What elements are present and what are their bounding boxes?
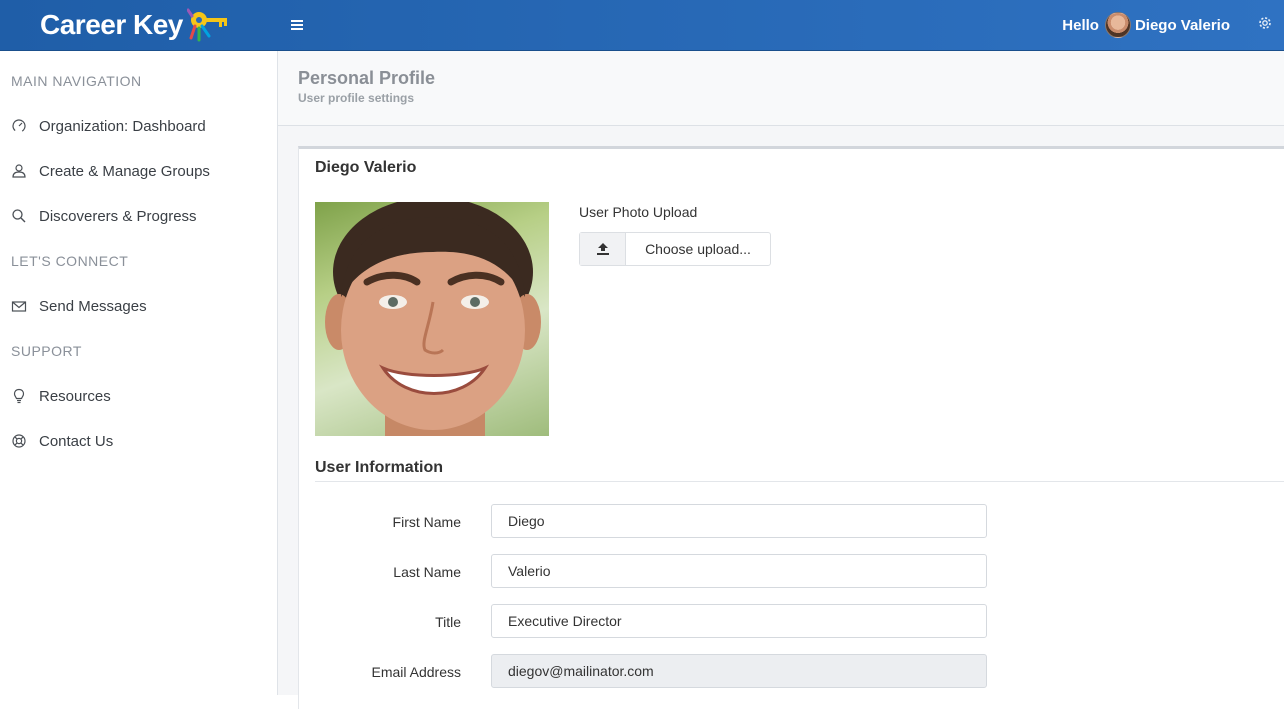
page-title: Personal Profile [298,68,436,88]
sidebar-item-label: Send Messages [39,297,147,315]
career-key-logo[interactable]: Career Key [40,6,231,44]
title-field[interactable] [491,604,987,638]
lightbulb-icon [13,388,25,404]
nav-header-support: SUPPORT [11,343,82,359]
choose-upload-button[interactable]: Choose upload... [626,233,770,265]
profile-card: Diego Valerio User Photo Upload Choose u… [298,146,1284,709]
section-divider [315,481,1284,482]
dashboard-gauge-icon [12,119,26,133]
lifebuoy-icon [12,434,26,448]
page-subtitle: User profile settings [298,91,415,105]
sidebar-item-label: Organization: Dashboard [39,117,206,135]
user-photo [315,202,549,436]
sidebar-item-label: Discoverers & Progress [39,207,197,225]
greeting-text: Hello [1062,16,1099,34]
sidebar-item-resources[interactable]: Resources [0,374,277,418]
sidebar-item-messages[interactable]: Send Messages [0,284,277,328]
last-name-field[interactable] [491,554,987,588]
sidebar-item-dashboard[interactable]: Organization: Dashboard [0,104,277,148]
sidebar-item-label: Resources [39,387,111,405]
title-label: Title [435,614,461,630]
first-name-label: First Name [392,514,461,530]
user-photo-image [325,202,541,436]
sidebar-item-groups[interactable]: Create & Manage Groups [0,149,277,193]
upload-button[interactable] [580,233,626,265]
search-icon [12,209,26,223]
first-name-field[interactable] [491,504,987,538]
avatar [1104,12,1131,38]
nav-header-connect: LET'S CONNECT [11,253,129,269]
sidebar-item-discoverers[interactable]: Discoverers & Progress [0,194,277,238]
photo-upload-control[interactable]: Choose upload... [579,232,771,266]
logo-text: Career Key [40,9,183,40]
envelope-icon [11,301,27,312]
gear-icon[interactable] [1256,14,1274,32]
top-navbar: Career Key Hello Diego Valerio [0,0,1284,51]
page-header: Personal Profile User profile settings [278,51,1284,126]
user-information-heading: User Information [315,459,444,476]
email-label: Email Address [371,664,461,680]
email-field[interactable] [491,654,987,688]
profile-name-heading: Diego Valerio [315,159,417,176]
upload-label: User Photo Upload [579,204,698,220]
main-content: Personal Profile User profile settings D… [278,51,1284,709]
user-icon [12,164,26,178]
key-logo-icon [186,8,227,42]
sidebar: MAIN NAVIGATION Organization: Dashboard … [0,51,278,695]
sidebar-item-label: Contact Us [39,432,114,450]
user-menu[interactable]: Hello Diego Valerio [1062,11,1230,39]
hamburger-icon[interactable] [290,15,308,35]
user-name: Diego Valerio [1134,16,1230,34]
sidebar-item-label: Create & Manage Groups [39,162,210,180]
last-name-label: Last Name [393,564,461,580]
upload-icon [596,243,609,255]
nav-header-main: MAIN NAVIGATION [11,73,142,89]
sidebar-item-contact[interactable]: Contact Us [0,419,277,463]
